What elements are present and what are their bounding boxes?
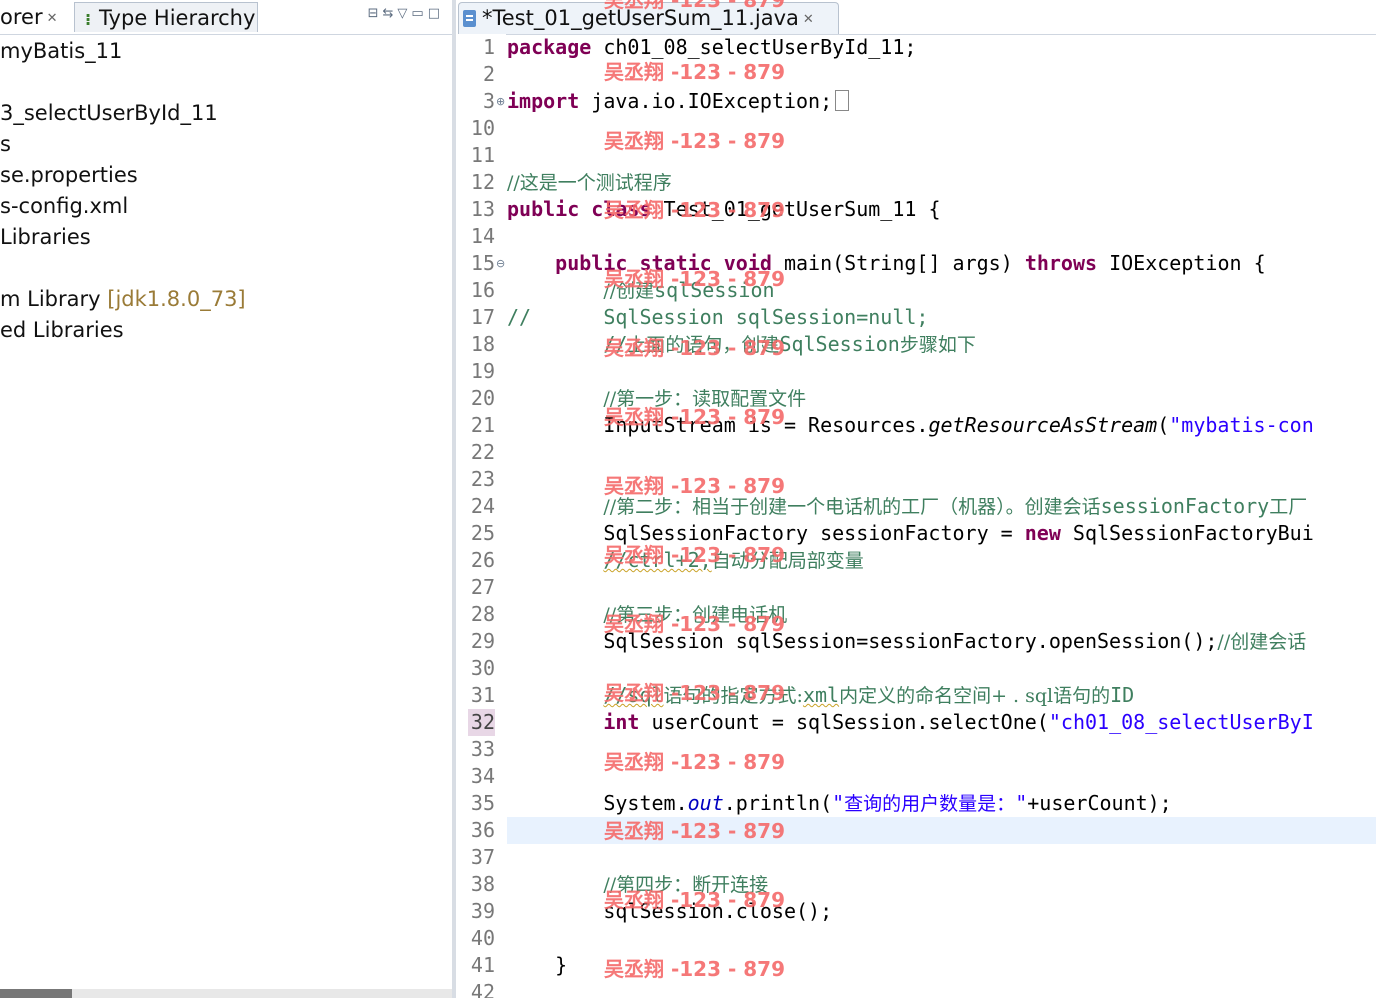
code-line: System.out.println("查询的用户数量是："+userCount… [603,791,1172,815]
code-line: // SqlSession sqlSession=null; [507,305,929,329]
line-number: 17 [470,305,495,329]
code-line: } [555,953,568,977]
fold-collapse-icon[interactable]: ⊖ [496,257,505,270]
tree-item[interactable]: s [0,129,11,160]
watermark-text: 吴丞翔 -123 - 879 [604,129,785,153]
line-number: 34 [470,764,495,788]
line-number: 23 [470,467,495,491]
watermark-text: 吴丞翔 -123 - 879 [604,198,785,222]
watermark-text: 吴丞翔 -123 - 879 [604,474,785,498]
tab-type-hierarchy[interactable]: ⁝ Type Hierarchy [74,2,258,32]
line-number: 40 [470,926,495,950]
tree-item[interactable]: 3_selectUserById_11 [0,98,218,129]
line-number: 35 [470,791,495,815]
line-number: 15 [470,251,495,275]
line-number: 13 [470,197,495,221]
line-number: 21 [470,413,495,437]
code-line: import java.io.IOException; [507,88,850,115]
tree-item[interactable]: myBatis_11 [0,36,122,67]
line-number: 12 [470,170,495,194]
java-file-icon [463,10,476,27]
tab-package-explorer[interactable]: orer ✕ [0,2,74,32]
view-toolbar: ⊟⇆▽▭□ [368,6,444,26]
line-number: 27 [470,575,495,599]
watermark-text: 吴丞翔 -123 - 879 [604,0,785,12]
watermark-text: 吴丞翔 -123 - 879 [604,267,785,291]
tree-item-decoration: [jdk1.8.0_73] [107,287,246,311]
tree-item[interactable]: Libraries [0,222,91,253]
line-number: 28 [470,602,495,626]
line-number: 16 [470,278,495,302]
left-tab-bar: orer ✕ ⁝ Type Hierarchy ⊟⇆▽▭□ [0,0,452,35]
editor-tab-bar: *Test_01_getUserSum_11.java ✕ [456,0,1376,35]
minimize-icon[interactable]: ▭ [411,6,427,21]
link-with-editor-icon[interactable]: ⇆ [383,6,398,21]
line-number: 20 [470,386,495,410]
java-editor-pane: *Test_01_getUserSum_11.java ✕ ⊕ ⊖ package… [456,0,1376,998]
code-line: //这是一个测试程序 [507,172,672,194]
horizontal-scrollbar[interactable] [0,989,452,998]
tree-item[interactable]: m Library [jdk1.8.0_73] [0,284,246,315]
line-number: 22 [470,440,495,464]
watermark-text: 吴丞翔 -123 - 879 [604,612,785,636]
scrollbar-thumb[interactable] [0,989,72,998]
line-number: 32 [468,709,495,736]
tab-package-explorer-label: orer [0,5,43,29]
watermark-text: 吴丞翔 -123 - 879 [604,750,785,774]
package-explorer-pane: orer ✕ ⁝ Type Hierarchy ⊟⇆▽▭□ myBatis_11 3… [0,0,452,998]
code-line: int userCount = sqlSession.selectOne("ch… [603,710,1314,734]
line-number: 42 [470,980,495,998]
line-number: 14 [470,224,495,248]
close-icon[interactable]: ✕ [803,12,814,27]
line-number: 29 [470,629,495,653]
line-number: 36 [470,818,495,842]
line-number: 1 [482,35,495,59]
line-number: 25 [470,521,495,545]
line-number: 18 [470,332,495,356]
watermark-text: 吴丞翔 -123 - 879 [604,888,785,912]
tree-item[interactable]: s-config.xml [0,191,128,222]
overview-ruler [456,34,468,998]
line-number: 3 [482,89,495,113]
line-number: 41 [470,953,495,977]
line-number: 11 [470,143,495,167]
line-number: 37 [470,845,495,869]
close-icon[interactable]: ✕ [47,11,58,26]
tab-type-hierarchy-label: Type Hierarchy [99,6,256,30]
line-number: 33 [470,737,495,761]
tree-item[interactable]: ed Libraries [0,315,124,346]
code-editor[interactable]: package ch01_08_selectUserById_11; impor… [507,34,1376,998]
watermark-text: 吴丞翔 -123 - 879 [604,405,785,429]
line-number: 31 [470,683,495,707]
line-number: 19 [470,359,495,383]
line-number: 38 [470,872,495,896]
code-line: //sql语句的指定方式:xml内定义的命名空间+ . sql语句的ID [603,683,1135,707]
tree-item[interactable]: se.properties [0,160,138,191]
watermark-text: 吴丞翔 -123 - 879 [604,336,785,360]
collapse-all-icon[interactable]: ⊟ [368,6,383,21]
line-number: 39 [470,899,495,923]
line-number: 2 [482,62,495,86]
line-number: 24 [470,494,495,518]
line-number: 26 [470,548,495,572]
watermark-text: 吴丞翔 -123 - 879 [604,819,785,843]
maximize-icon[interactable]: □ [428,6,444,21]
line-number: 10 [470,116,495,140]
watermark-text: 吴丞翔 -123 - 879 [604,543,785,567]
type-hierarchy-icon: ⁝ [85,10,92,29]
watermark-text: 吴丞翔 -123 - 879 [604,681,785,705]
line-number: 30 [470,656,495,680]
fold-expand-icon[interactable]: ⊕ [496,95,505,108]
view-menu-icon[interactable]: ▽ [397,6,411,21]
watermark-text: 吴丞翔 -123 - 879 [604,60,785,84]
folded-imports-marker[interactable] [835,90,850,111]
watermark-text: 吴丞翔 -123 - 879 [604,957,785,981]
code-line: package ch01_08_selectUserById_11; [507,35,917,59]
